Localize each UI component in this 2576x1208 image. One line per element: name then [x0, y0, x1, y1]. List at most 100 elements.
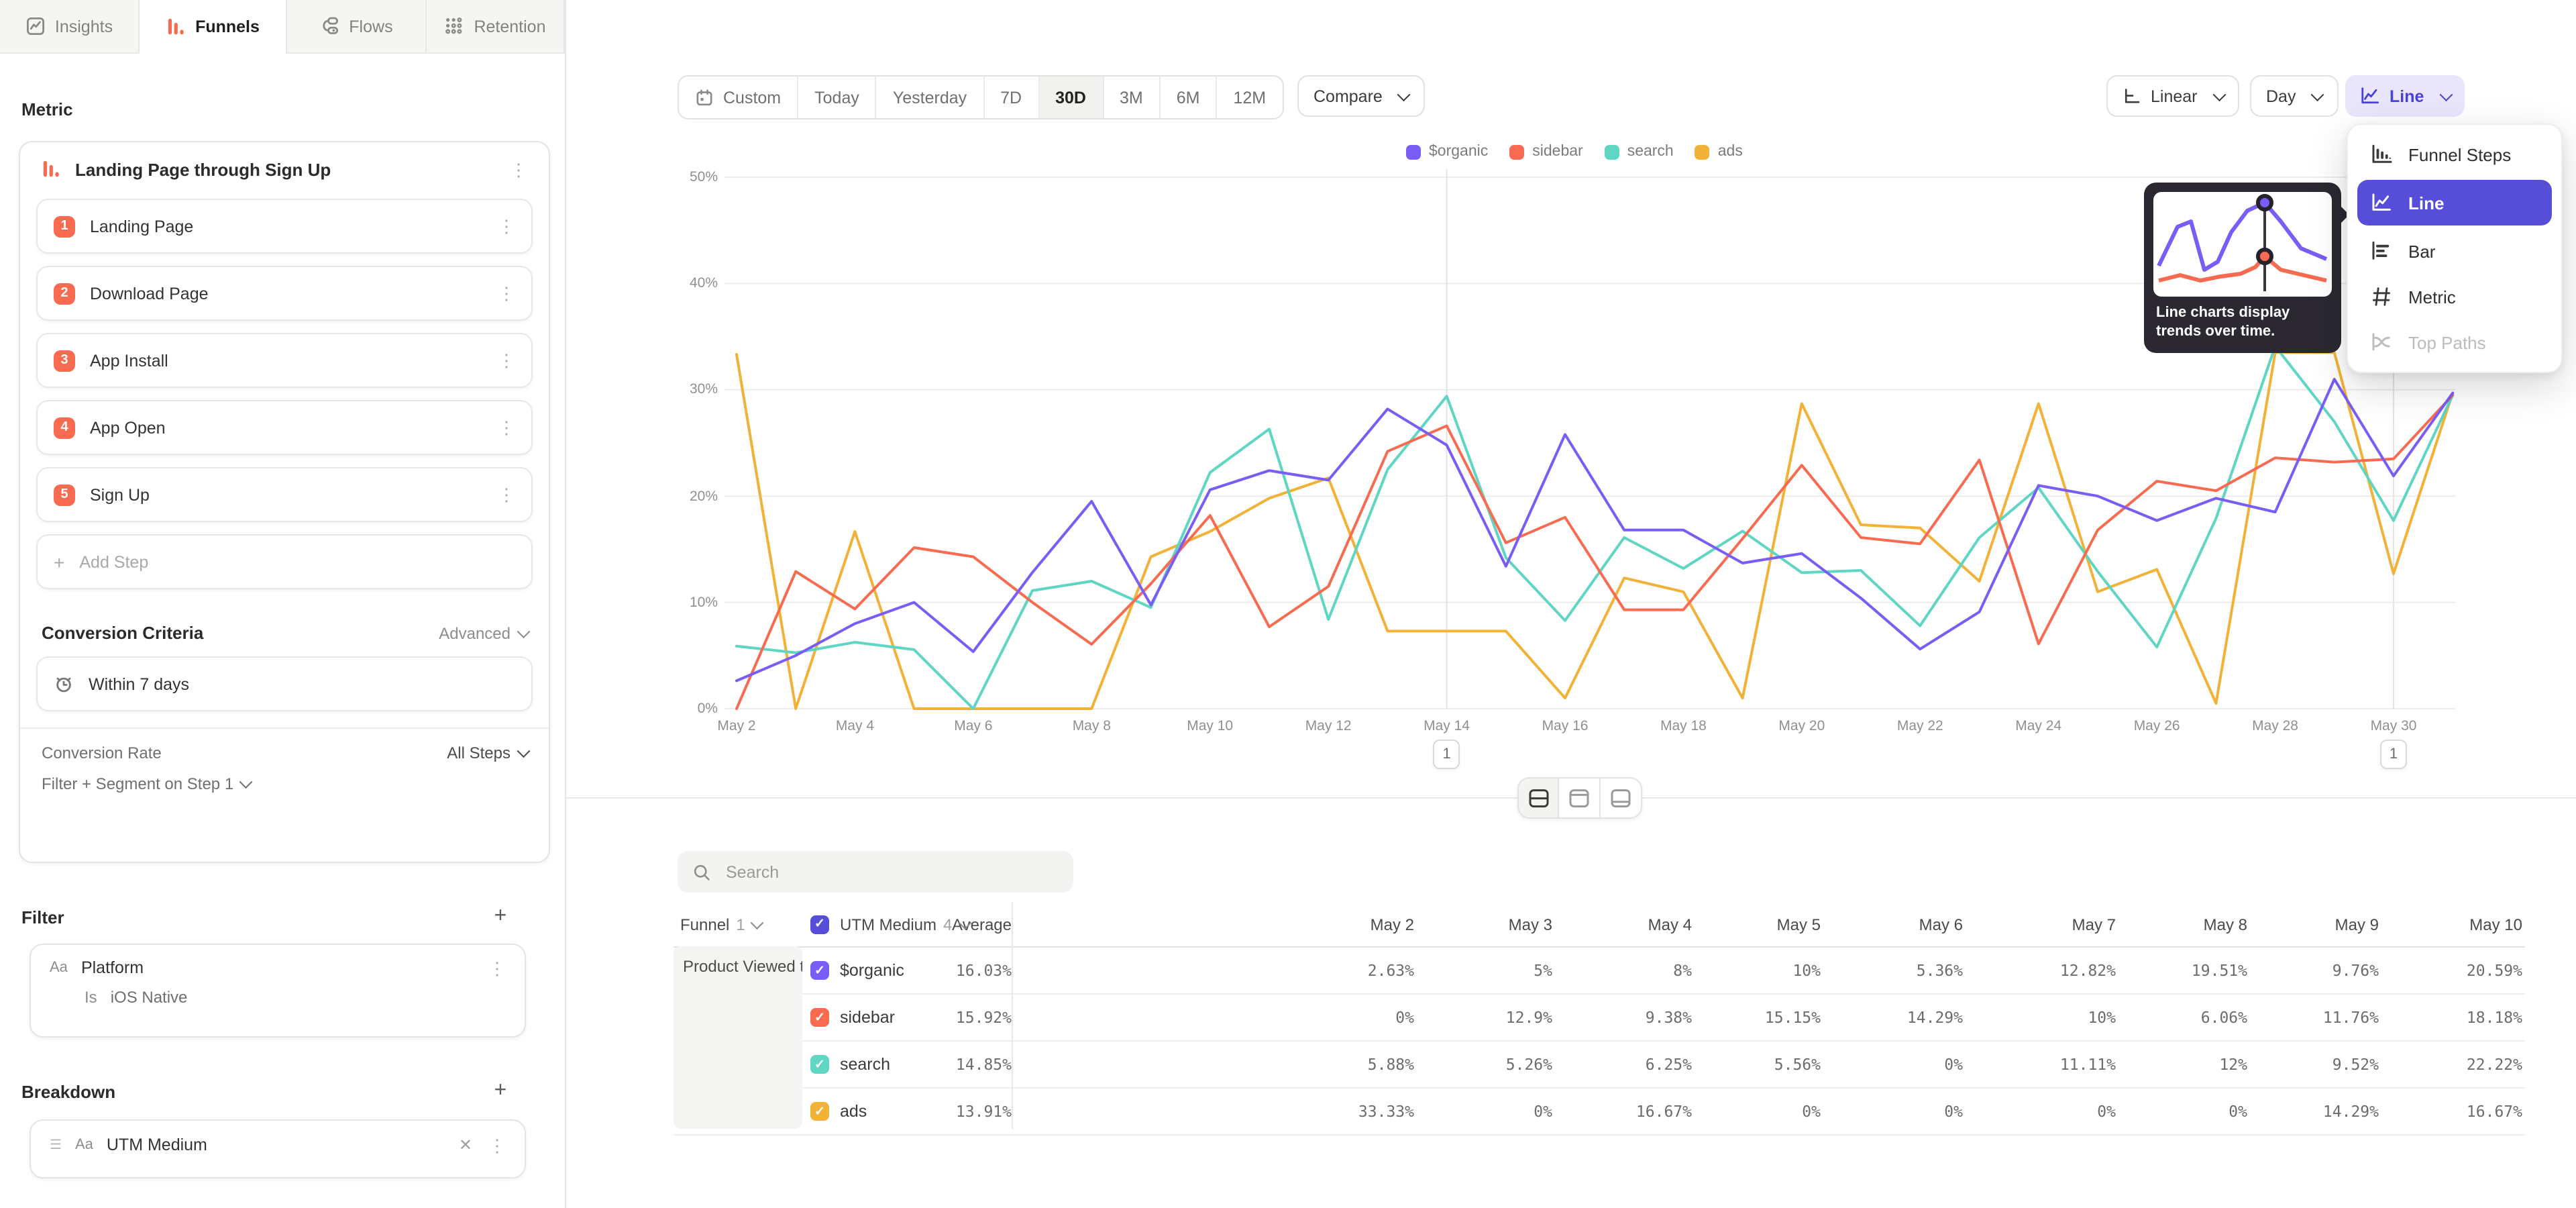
compare-button[interactable]: Compare [1297, 75, 1425, 117]
add-breakdown-button[interactable]: + [490, 1079, 511, 1103]
filter-operator: Is [85, 988, 97, 1007]
filter-segment-dropdown[interactable]: Filter + Segment on Step 1 [20, 762, 549, 805]
date-value: 9.52% [2247, 1055, 2379, 1074]
bar-icon [2371, 240, 2392, 262]
funnel-step-2[interactable]: 2 Download Page ⋮ [36, 266, 533, 321]
funnel-step-1[interactable]: 1 Landing Page ⋮ [36, 199, 533, 254]
add-step-button[interactable]: + Add Step [36, 534, 533, 589]
menu-item-funnel-steps[interactable]: Funnel Steps [2357, 134, 2552, 174]
checkbox[interactable]: ✓ [810, 961, 829, 980]
funnel-column-header[interactable]: Funnel1 [674, 915, 810, 934]
checkbox[interactable]: ✓ [810, 1055, 829, 1074]
tab-flows[interactable]: Flows [287, 0, 427, 54]
date-column-header: May 7 [1963, 915, 2116, 934]
conversion-window[interactable]: Within 7 days [36, 656, 533, 711]
menu-item-line[interactable]: Line [2357, 180, 2552, 225]
breakdown-property-row[interactable]: ☰ Aa UTM Medium ✕ ⋮ [31, 1121, 525, 1157]
y-axis-tick: 40% [675, 275, 718, 291]
x-axis-tick: May 20 [1762, 718, 1842, 734]
range-custom[interactable]: Custom [679, 77, 798, 118]
series-cell[interactable]: ✓ads [810, 1102, 958, 1121]
tab-label: Flows [349, 17, 392, 36]
annotation-badge[interactable]: 1 [1434, 740, 1460, 769]
legend-label: ads [1718, 144, 1743, 160]
date-value: 6.25% [1552, 1055, 1692, 1074]
drag-handle-icon[interactable]: ☰ [50, 1138, 62, 1152]
kebab-menu-icon[interactable]: ⋮ [495, 285, 518, 302]
range-12m[interactable]: 12M [1218, 77, 1283, 118]
kebab-menu-icon[interactable]: ⋮ [495, 217, 518, 235]
tab-funnels[interactable]: Funnels [140, 0, 287, 54]
checkbox[interactable]: ✓ [810, 1102, 829, 1121]
scale-button[interactable]: Linear [2106, 75, 2240, 117]
step-number-badge: 5 [54, 484, 75, 505]
table-row-sidebar: ✓sidebar15.92%0%12.9%9.38%15.15%14.29%10… [674, 995, 2525, 1042]
kebab-menu-icon[interactable]: ⋮ [486, 959, 508, 976]
tab-insights[interactable]: Insights [0, 0, 140, 54]
range-30d[interactable]: 30D [1039, 77, 1104, 118]
layout-split-mid[interactable] [1517, 777, 1559, 819]
remove-breakdown-icon[interactable]: ✕ [459, 1136, 472, 1154]
x-axis-tick: May 4 [814, 718, 895, 734]
date-value: 10% [1692, 961, 1821, 980]
step-number-badge: 3 [54, 350, 75, 371]
layout-split-bottom[interactable] [1601, 777, 1642, 819]
range-7d[interactable]: 7D [984, 77, 1039, 118]
date-value: 5.56% [1692, 1055, 1821, 1074]
conversion-rate-dropdown[interactable]: All Steps [447, 744, 527, 762]
checkbox[interactable]: ✓ [810, 915, 829, 934]
date-value: 33.33% [1012, 1102, 1414, 1121]
series-cell[interactable]: ✓search [810, 1055, 958, 1074]
series-sidebar [737, 395, 2453, 709]
funnel-step-5[interactable]: 5 Sign Up ⋮ [36, 467, 533, 522]
series-cell[interactable]: ✓sidebar [810, 1008, 958, 1027]
add-filter-button[interactable]: + [490, 905, 511, 929]
range-yesterday[interactable]: Yesterday [877, 77, 984, 118]
date-range-segmented-control: CustomTodayYesterday7D30D3M6M12M [678, 75, 1283, 119]
funnel-cell[interactable]: Product Viewed through P... [674, 946, 802, 1129]
annotation-badge[interactable]: 1 [2380, 740, 2407, 769]
advanced-label: Advanced [439, 623, 511, 642]
range-6m[interactable]: 6M [1161, 77, 1218, 118]
legend-item-ads[interactable]: ads [1695, 144, 1743, 160]
step-number-badge: 1 [54, 215, 75, 237]
series-cell[interactable]: ✓$organic [810, 961, 958, 980]
layout-split-top[interactable] [1559, 777, 1601, 819]
menu-item-label: Top Paths [2408, 332, 2486, 352]
menu-item-bar[interactable]: Bar [2357, 231, 2552, 271]
legend-item-organic[interactable]: $organic [1406, 144, 1488, 160]
advanced-dropdown[interactable]: Advanced [439, 623, 527, 642]
kebab-menu-icon[interactable]: ⋮ [495, 352, 518, 369]
menu-item-label: Metric [2408, 287, 2456, 307]
funnel-title: Landing Page through Sign Up [75, 160, 494, 180]
utm-medium-column-header[interactable]: ✓UTM Medium4 [810, 915, 958, 934]
kebab-menu-icon[interactable]: ⋮ [495, 486, 518, 503]
interval-button[interactable]: Day [2250, 75, 2338, 117]
funnel-step-4[interactable]: 4 App Open ⋮ [36, 400, 533, 455]
metric-heading: Metric [21, 99, 73, 119]
legend-swatch [1695, 144, 1710, 159]
checkbox[interactable]: ✓ [810, 1008, 829, 1027]
date-value: 0% [1692, 1102, 1821, 1121]
filter-condition[interactable]: Is iOS Native [31, 980, 525, 1020]
range-today[interactable]: Today [798, 77, 877, 118]
kebab-menu-icon[interactable]: ⋮ [486, 1136, 508, 1154]
range-3m[interactable]: 3M [1104, 77, 1161, 118]
breakdown-heading: Breakdown [21, 1082, 115, 1102]
filter-property-row[interactable]: Aa Platform ⋮ [31, 945, 525, 980]
date-value: 10% [1963, 1008, 2116, 1027]
funnel-title-row[interactable]: Landing Page through Sign Up ⋮ [20, 142, 549, 191]
chevron-down-icon [2213, 88, 2225, 100]
funnel-step-3[interactable]: 3 App Install ⋮ [36, 333, 533, 388]
chevron-down-icon [2312, 88, 2324, 100]
chart-type-button[interactable]: Line [2345, 75, 2465, 117]
filter-segment-label: Filter + Segment on Step 1 [42, 774, 233, 793]
tab-retention[interactable]: Retention [427, 0, 565, 54]
menu-item-metric[interactable]: Metric [2357, 276, 2552, 317]
search-input[interactable] [723, 861, 1059, 883]
conversion-window-label: Within 7 days [89, 674, 518, 693]
kebab-menu-icon[interactable]: ⋮ [507, 161, 530, 179]
kebab-menu-icon[interactable]: ⋮ [495, 419, 518, 436]
legend-item-sidebar[interactable]: sidebar [1509, 144, 1582, 160]
legend-item-search[interactable]: search [1605, 144, 1674, 160]
